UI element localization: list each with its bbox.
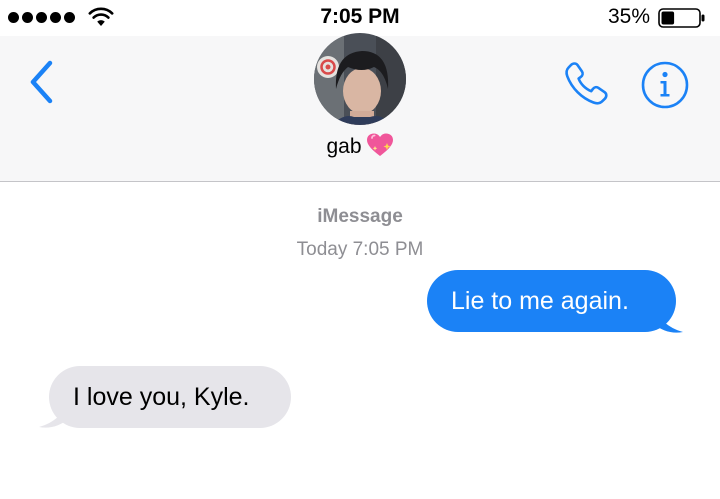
- outgoing-message-bubble[interactable]: Lie to me again.: [427, 270, 676, 332]
- contact-name[interactable]: gab: [0, 132, 720, 159]
- contact-name-label: gab: [326, 135, 362, 158]
- battery-icon: [658, 8, 705, 28]
- avatar-photo: [314, 33, 406, 125]
- service-label: iMessage: [317, 206, 403, 227]
- status-bar: 7:05 PM 35%: [0, 0, 720, 36]
- phone-icon[interactable]: [562, 60, 610, 108]
- message-timestamp: Today 7:05 PM: [296, 239, 424, 260]
- conversation-header: gab: [0, 33, 720, 182]
- back-chevron-icon[interactable]: [26, 58, 60, 106]
- info-icon[interactable]: [640, 60, 690, 110]
- incoming-message-bubble[interactable]: I love you, Kyle.: [49, 366, 291, 428]
- contact-avatar[interactable]: [314, 33, 406, 125]
- sparkling-heart-icon: [366, 133, 393, 156]
- battery-percentage: 35%: [607, 5, 650, 28]
